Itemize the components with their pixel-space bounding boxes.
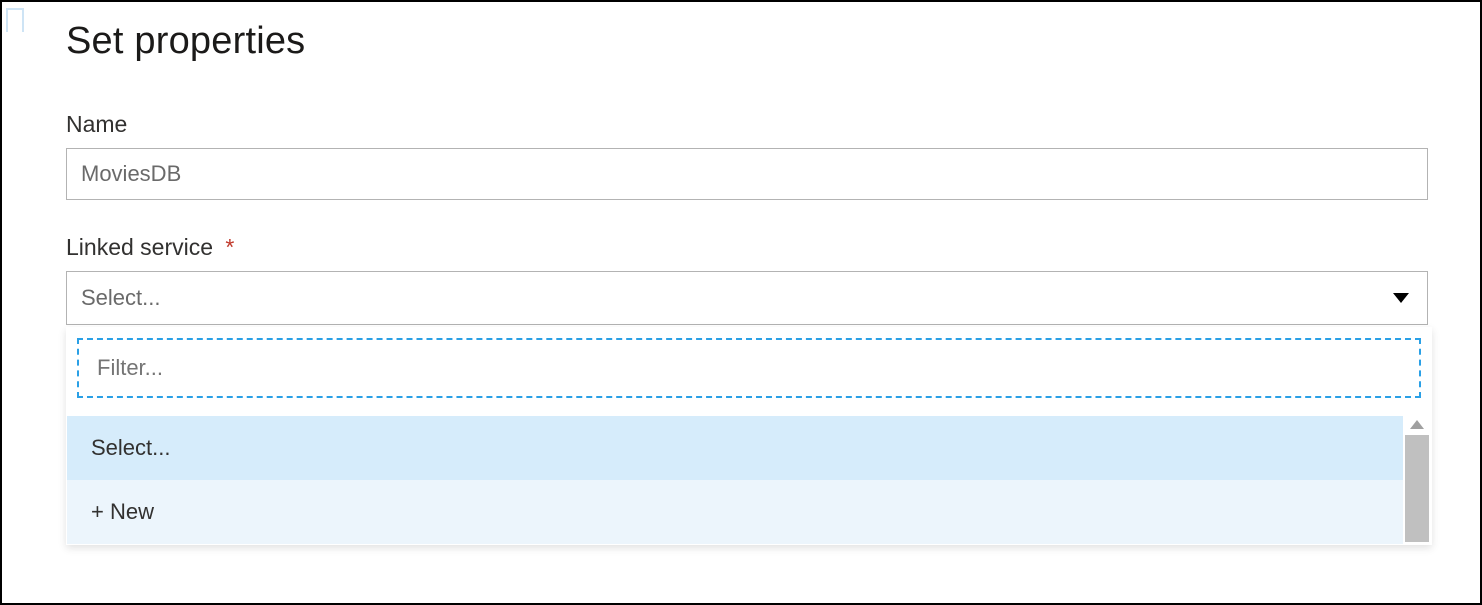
left-panel-sliver (6, 8, 24, 32)
dropdown-scrollbar[interactable] (1405, 416, 1429, 544)
linked-service-select-wrap: Select... Select... + New (66, 271, 1428, 325)
linked-service-dropdown: Select... + New (66, 327, 1432, 545)
properties-panel-frame: Set properties Name Linked service * Sel… (0, 0, 1482, 605)
option-new-label: + New (91, 499, 154, 525)
dropdown-options-container: Select... + New (67, 416, 1431, 544)
scroll-up-arrow-icon (1410, 420, 1424, 429)
name-field-group: Name (66, 111, 1428, 200)
chevron-down-icon (1393, 293, 1409, 303)
linked-service-field-group: Linked service * Select... Select... + (66, 234, 1428, 325)
option-new[interactable]: + New (67, 480, 1403, 544)
option-select-label: Select... (91, 435, 170, 461)
linked-service-label: Linked service * (66, 234, 1428, 261)
properties-panel: Set properties Name Linked service * Sel… (2, 2, 1480, 325)
required-asterisk: * (225, 234, 234, 260)
scroll-thumb[interactable] (1405, 435, 1429, 542)
linked-service-select-value: Select... (81, 285, 160, 311)
name-input[interactable] (66, 148, 1428, 200)
linked-service-filter-input[interactable] (77, 338, 1421, 398)
linked-service-select[interactable]: Select... (66, 271, 1428, 325)
page-title: Set properties (66, 20, 1428, 63)
name-label: Name (66, 111, 1428, 138)
linked-service-label-text: Linked service (66, 234, 213, 260)
option-select-placeholder[interactable]: Select... (67, 416, 1403, 480)
